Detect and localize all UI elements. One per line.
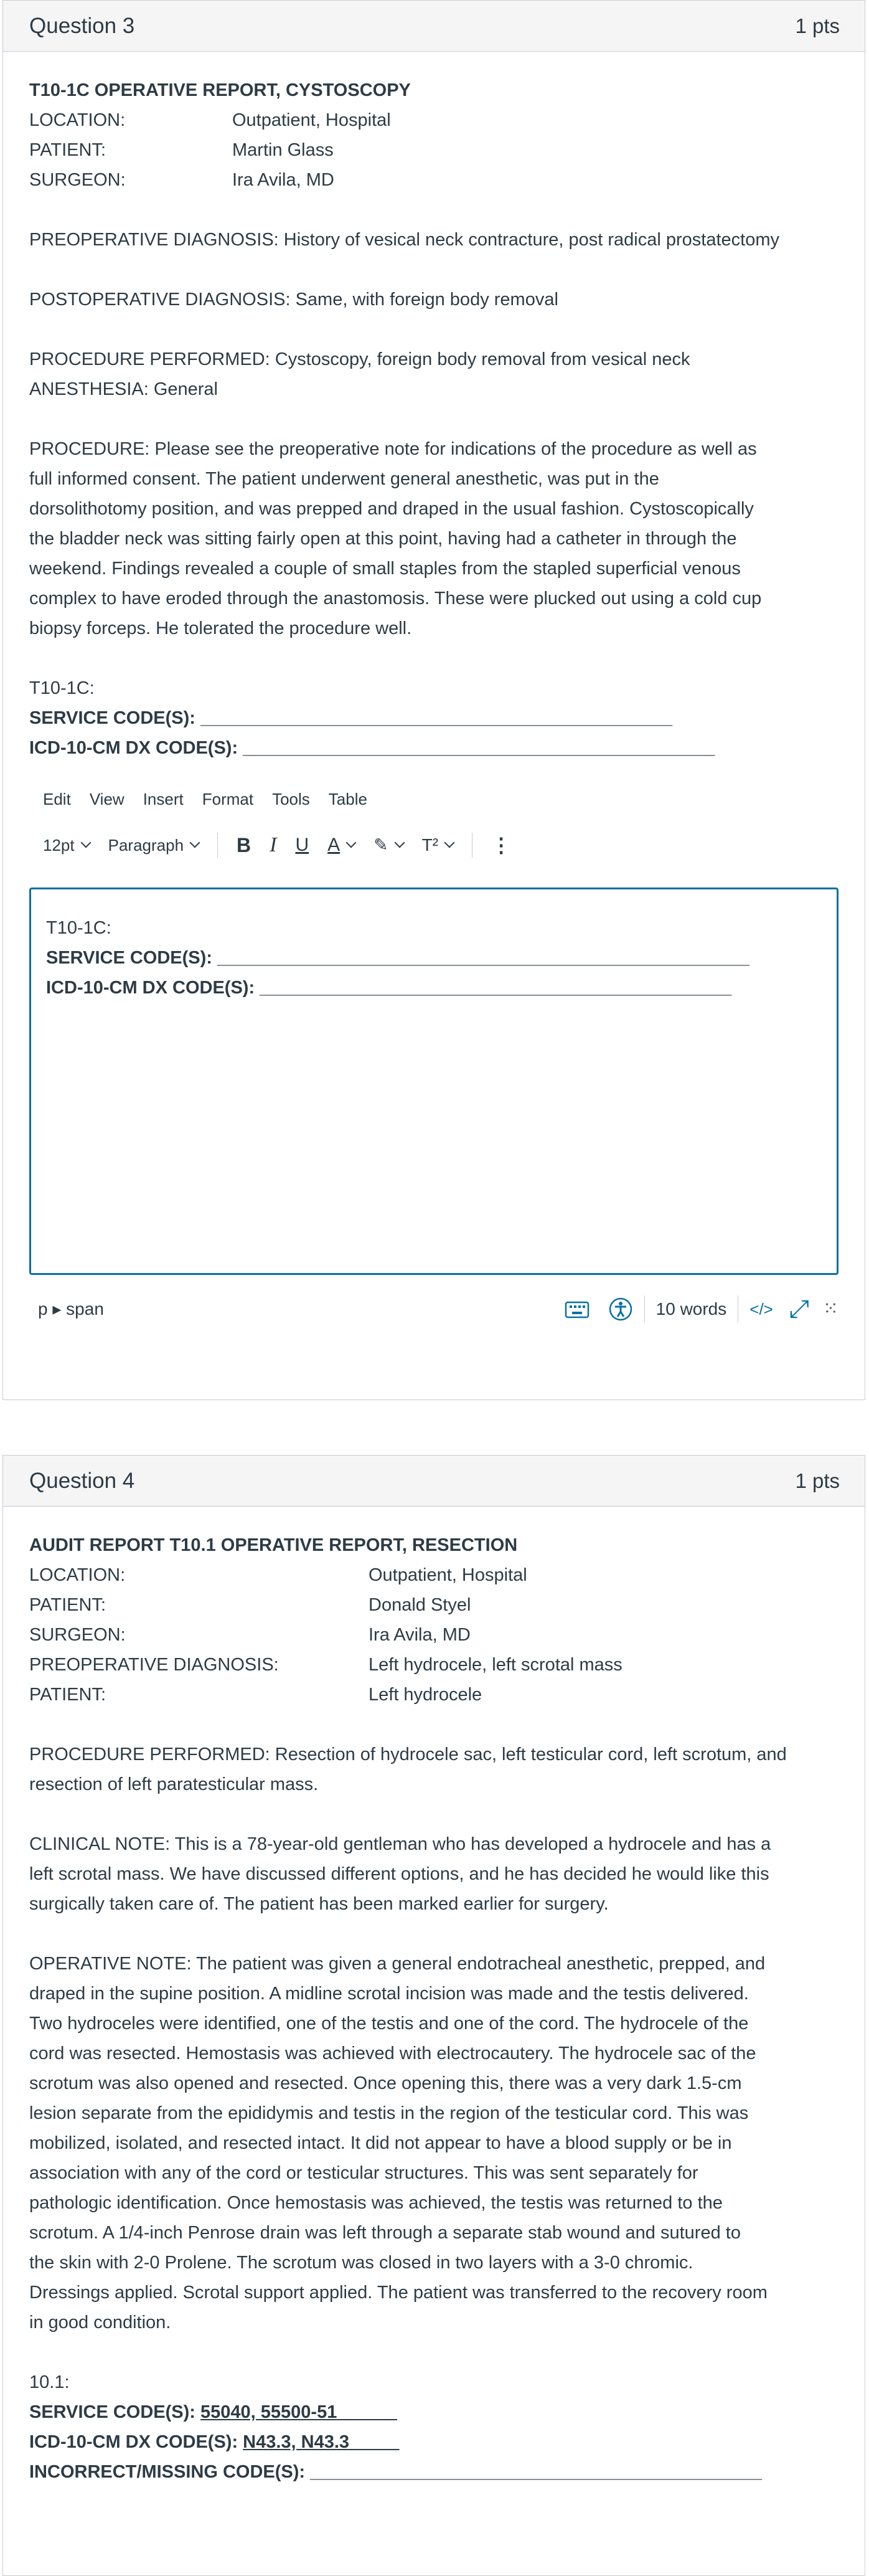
- font-size-select[interactable]: 12pt: [43, 830, 92, 860]
- code-heading: T10-1C:: [29, 678, 95, 698]
- block-format-select[interactable]: Paragraph: [108, 830, 200, 860]
- question-points: 1 pts: [795, 14, 840, 37]
- bold-icon: B: [237, 834, 251, 856]
- menu-view[interactable]: View: [90, 784, 124, 814]
- editor-heading: T10-1C:: [46, 918, 111, 938]
- resize-handle-icon[interactable]: ⁙: [823, 1294, 838, 1324]
- code-heading: 10.1:: [29, 2372, 70, 2392]
- field-patient: PATIENT: Martin Glass: [29, 140, 334, 160]
- question-3-header: Question 3 1 pts: [3, 1, 865, 52]
- chevron-down-icon: [444, 837, 455, 848]
- question-4-header: Question 4 1 pts: [3, 1456, 865, 1507]
- editor-statusbar: p ▸ span 10 words </> ⤢ ⁙: [29, 1275, 838, 1343]
- underline-icon: U: [295, 835, 309, 855]
- italic-button[interactable]: I: [270, 830, 276, 860]
- chevron-down-icon: [80, 837, 92, 848]
- clinical-note: CLINICAL NOTE: This is a 78-year-old gen…: [29, 1834, 771, 1914]
- word-count[interactable]: 10 words: [656, 1294, 727, 1324]
- anesthesia: ANESTHESIA: General: [29, 379, 218, 399]
- menu-edit[interactable]: Edit: [43, 784, 71, 814]
- chevron-down-icon: [394, 837, 405, 848]
- field-location: LOCATION: Outpatient, Hospital: [29, 110, 391, 130]
- element-path[interactable]: p ▸ span: [38, 1294, 104, 1324]
- question-title: Question 4: [29, 1468, 135, 1493]
- field-preop-diagnosis: PREOPERATIVE DIAGNOSIS: Left hydrocele, l…: [29, 1655, 622, 1675]
- service-code-line: SERVICE CODE(S): _______________________…: [29, 708, 673, 728]
- superscript-icon: T²: [421, 835, 439, 855]
- italic-icon: I: [270, 833, 277, 856]
- chevron-down-icon: [189, 837, 200, 848]
- procedure-performed: PROCEDURE PERFORMED: Cystoscopy, foreign…: [29, 349, 690, 369]
- keyboard-icon[interactable]: [565, 1299, 590, 1320]
- more-button[interactable]: ⋮: [491, 830, 511, 860]
- report-title: T10-1C OPERATIVE REPORT, CYSTOSCOPY: [29, 80, 411, 100]
- menu-table[interactable]: Table: [329, 784, 367, 814]
- preop-diagnosis: PREOPERATIVE DIAGNOSIS: History of vesic…: [29, 230, 779, 250]
- editor-service-line: SERVICE CODE(S): _______________________…: [46, 948, 749, 968]
- question-4-body: AUDIT REPORT T10.1 OPERATIVE REPORT, RES…: [3, 1507, 865, 2487]
- question-points: 1 pts: [795, 1469, 840, 1492]
- report-title: AUDIT REPORT T10.1 OPERATIVE REPORT, RES…: [29, 1535, 518, 1555]
- field-location: LOCATION: Outpatient, Hospital: [29, 1565, 527, 1585]
- menu-format[interactable]: Format: [202, 784, 253, 814]
- service-code-line: SERVICE CODE(S): 55040, 55500-51: [29, 2402, 337, 2422]
- operative-note: OPERATIVE NOTE: The patient was given a …: [29, 1954, 768, 2332]
- fullscreen-icon[interactable]: ⤢: [789, 1294, 809, 1324]
- icd-code-line: ICD-10-CM DX CODE(S): __________________…: [29, 738, 715, 758]
- superscript-button[interactable]: T²: [421, 830, 455, 860]
- question-3-card: Question 3 1 pts T10-1C OPERATIVE REPORT…: [2, 0, 865, 1400]
- editor-toolbar: 12pt Paragraph B I U A ✎ T² ⋮: [29, 830, 838, 860]
- menu-tools[interactable]: Tools: [272, 784, 310, 814]
- highlight-button[interactable]: ✎: [373, 830, 405, 860]
- postop-diagnosis: POSTOPERATIVE DIAGNOSIS: Same, with fore…: [29, 290, 558, 310]
- incorrect-code-line: INCORRECT/MISSING CODE(S): _____________…: [29, 2462, 762, 2482]
- editor-content-area[interactable]: T10-1C: SERVICE CODE(S): _______________…: [29, 888, 838, 1275]
- text-color-button[interactable]: A: [327, 830, 357, 860]
- question-3-body: T10-1C OPERATIVE REPORT, CYSTOSCOPY LOCA…: [3, 52, 865, 1343]
- underline-button[interactable]: U: [295, 830, 309, 860]
- question-4-card: Question 4 1 pts AUDIT REPORT T10.1 OPER…: [2, 1455, 865, 2576]
- html-editor-toggle[interactable]: </>: [749, 1294, 773, 1324]
- field-patient: PATIENT: Donald Styel: [29, 1595, 471, 1615]
- editor-menubar: Edit View Insert Format Tools Table: [29, 784, 838, 814]
- chevron-down-icon: [345, 837, 357, 848]
- procedure-text: PROCEDURE: Please see the preoperative n…: [29, 439, 762, 638]
- more-vertical-icon: ⋮: [491, 834, 512, 856]
- bold-button[interactable]: B: [237, 830, 251, 860]
- field-surgeon: SURGEON: Ira Avila, MD: [29, 170, 334, 190]
- accessibility-checker-icon[interactable]: [608, 1297, 633, 1322]
- field-patient-diagnosis: PATIENT: Left hydrocele: [29, 1685, 482, 1705]
- menu-insert[interactable]: Insert: [143, 784, 184, 814]
- highlight-icon: ✎: [373, 835, 388, 855]
- procedure-performed: PROCEDURE PERFORMED: Resection of hydroc…: [29, 1745, 787, 1794]
- question-title: Question 3: [29, 13, 135, 38]
- icd-code-line: ICD-10-CM DX CODE(S): N43.3, N43.3: [29, 2432, 350, 2452]
- text-color-icon: A: [327, 835, 341, 855]
- editor-icd-line: ICD-10-CM DX CODE(S): __________________…: [46, 978, 732, 998]
- field-surgeon: SURGEON: Ira Avila, MD: [29, 1625, 471, 1645]
